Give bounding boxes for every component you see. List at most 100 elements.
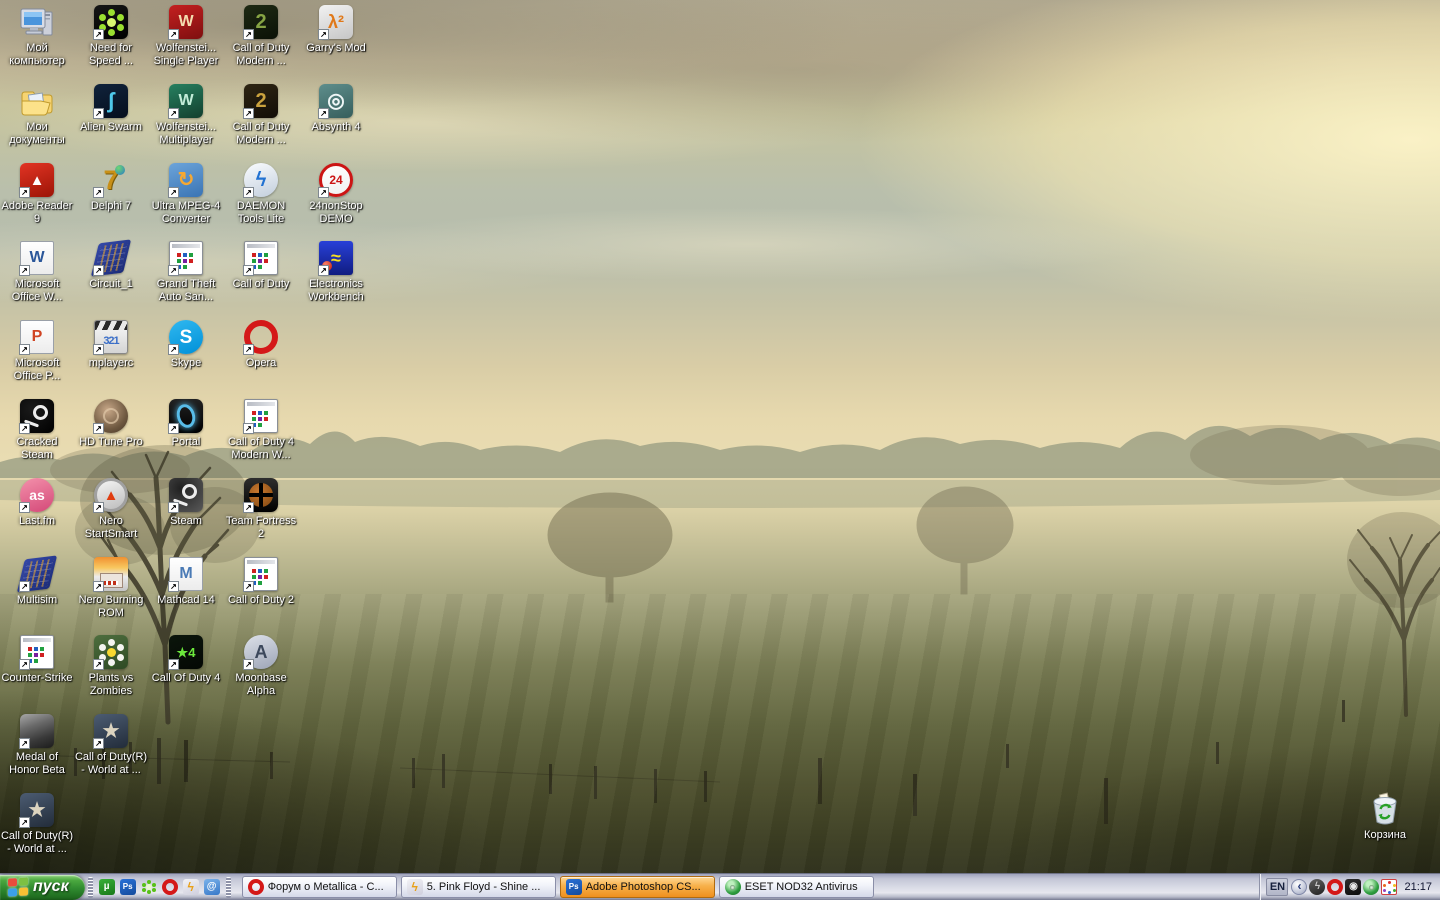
team-fortress-2-icon: ↗ bbox=[244, 478, 278, 512]
tray-steam-icon[interactable]: ◉ bbox=[1345, 879, 1361, 895]
desktop-icon-absynth-4[interactable]: ◎↗Absynth 4 bbox=[298, 84, 374, 134]
desktop-icon-call-of-duty-2[interactable]: ↗Call of Duty 2 bbox=[223, 557, 299, 607]
call-of-duty-4-modern-warfare-icon: ↗ bbox=[244, 399, 278, 433]
opera-icon bbox=[248, 879, 264, 895]
shortcut-arrow-icon: ↗ bbox=[243, 29, 254, 40]
desktop-icon-recycle-bin[interactable]: Корзина bbox=[1347, 792, 1423, 842]
desktop-icon-medal-of-honor-beta[interactable]: ↗Medal of Honor Beta bbox=[0, 714, 75, 777]
desktop-icon-nero-burning-rom[interactable]: ↗Nero Burning ROM bbox=[73, 557, 149, 620]
desktop-icon-my-computer[interactable]: Мой компьютер bbox=[0, 5, 75, 68]
desktop-icon-wolfenstein-single-player[interactable]: W↗Wolfenstei... Single Player bbox=[148, 5, 224, 68]
start-label: пуск bbox=[33, 878, 69, 897]
desktop-icon-need-for-speed[interactable]: ↗Need for Speed ... bbox=[73, 5, 149, 68]
photoshop-icon: Ps bbox=[566, 879, 582, 895]
call-of-duty-2-icon: ↗ bbox=[244, 557, 278, 591]
taskbar-button-task-eset-nod32[interactable]: ESET NOD32 Antivirus bbox=[719, 876, 874, 898]
desktop-icon-alien-swarm[interactable]: ʃ↗Alien Swarm bbox=[73, 84, 149, 134]
desktop-icon-opera[interactable]: ↗Opera bbox=[223, 320, 299, 370]
desktop-icon-hd-tune-pro[interactable]: ↗HD Tune Pro bbox=[73, 399, 149, 449]
quick-launch-icq-icon[interactable] bbox=[141, 879, 157, 895]
tray-eset-nod32-icon[interactable] bbox=[1363, 879, 1379, 895]
taskbar-button-task-opera-forum[interactable]: Форум о Metallica - C... bbox=[242, 876, 397, 898]
desktop-icon-team-fortress-2[interactable]: ↗ Team Fortress 2 bbox=[223, 478, 299, 541]
desktop-icon-call-of-duty-modern-warfare-2[interactable]: 2↗Call of Duty Modern ... bbox=[223, 84, 299, 147]
desktop-icon-gta-san-andreas[interactable]: ↗Grand Theft Auto San... bbox=[148, 241, 224, 304]
desktop-icon-adobe-reader-9[interactable]: ▲↗Adobe Reader 9 bbox=[0, 163, 75, 226]
desktop-icon-label: Steam bbox=[169, 515, 203, 528]
desktop-icon-call-of-duty-world-at-war-2[interactable]: ★↗Call of Duty(R) - World at ... bbox=[0, 793, 75, 856]
desktop-icon-label: Nero StartSmart bbox=[73, 515, 149, 541]
desktop-icon-multisim[interactable]: ↗ Multisim bbox=[0, 557, 75, 607]
quick-launch-utorrent-icon[interactable]: µ bbox=[99, 879, 115, 895]
start-button[interactable]: пуск bbox=[0, 875, 85, 900]
quick-launch-winamp-icon[interactable]: ϟ bbox=[183, 879, 199, 895]
shortcut-arrow-icon: ↗ bbox=[168, 187, 179, 198]
desktop-icon-mathcad-14[interactable]: M↗Mathcad 14 bbox=[148, 557, 224, 607]
desktop-icon-circuit-1[interactable]: ↗Circuit_1 bbox=[73, 241, 149, 291]
quick-launch-outlook-express-icon[interactable]: @ bbox=[204, 879, 220, 895]
tray-hide-icons-chevron-icon[interactable]: ‹ bbox=[1291, 879, 1307, 895]
portal-icon: ↗ bbox=[169, 399, 203, 433]
desktop-icon-plants-vs-zombies[interactable]: ↗Plants vs Zombies bbox=[73, 635, 149, 698]
tray-icq-flower-icon[interactable] bbox=[1381, 879, 1397, 895]
desktop-icon-lastfm[interactable]: as↗Last.fm bbox=[0, 478, 75, 528]
desktop-icon-microsoft-office-powerpoint[interactable]: P↗Microsoft Office P... bbox=[0, 320, 75, 383]
call-of-duty-modern-warfare-2-icon: 2↗ bbox=[244, 84, 278, 118]
desktop-icon-cracked-steam[interactable]: ↗Cracked Steam bbox=[0, 399, 75, 462]
desktop-icon-label: Multisim bbox=[16, 594, 58, 607]
desktop-icon-call-of-duty[interactable]: ↗Call of Duty bbox=[223, 241, 299, 291]
desktop-icon-label: Microsoft Office P... bbox=[0, 357, 75, 383]
desktop-icon-delphi-7[interactable]: 7↗Delphi 7 bbox=[73, 163, 149, 213]
shortcut-arrow-icon: ↗ bbox=[93, 265, 104, 276]
desktop-icon-label: Cracked Steam bbox=[0, 436, 75, 462]
desktop-icon-mplayerc[interactable]: 321↗mplayerc bbox=[73, 320, 149, 370]
windows-logo-icon bbox=[8, 877, 28, 896]
desktop-icon-steam[interactable]: ↗Steam bbox=[148, 478, 224, 528]
tray-daemon-tools-icon[interactable]: ϟ bbox=[1309, 879, 1325, 895]
shortcut-arrow-icon: ↗ bbox=[243, 187, 254, 198]
desktop-icon-garrys-mod[interactable]: λ²↗Garry's Mod bbox=[298, 5, 374, 55]
desktop-icon-label: HD Tune Pro bbox=[78, 436, 144, 449]
desktop-icon-label: Call of Duty(R) - World at ... bbox=[0, 830, 75, 856]
desktop-icon-microsoft-office-word[interactable]: W↗Microsoft Office W... bbox=[0, 241, 75, 304]
taskband-handle[interactable] bbox=[226, 877, 231, 898]
desktop-icon-counter-strike[interactable]: ↗Counter-Strike bbox=[0, 635, 75, 685]
desktop-icon-label: Counter-Strike bbox=[1, 672, 74, 685]
multisim-icon: ↗ bbox=[20, 557, 54, 591]
desktop-icon-wolfenstein-multiplayer[interactable]: W↗Wolfenstei... Multiplayer bbox=[148, 84, 224, 147]
desktop-icon-skype[interactable]: S↗Skype bbox=[148, 320, 224, 370]
desktop-icon-ultra-mpeg4-converter[interactable]: ↻↗Ultra MPEG-4 Converter bbox=[148, 163, 224, 226]
desktop-icon-24nonstop-demo[interactable]: 24↗24nonStop DEMO bbox=[298, 163, 374, 226]
shortcut-arrow-icon: ↗ bbox=[93, 502, 104, 513]
shortcut-arrow-icon: ↗ bbox=[19, 581, 30, 592]
shortcut-arrow-icon: ↗ bbox=[19, 265, 30, 276]
shortcut-arrow-icon: ↗ bbox=[93, 187, 104, 198]
language-indicator[interactable]: EN bbox=[1266, 878, 1288, 896]
quick-launch-opera-icon[interactable] bbox=[162, 879, 178, 895]
desktop-icon-call-of-duty-world-at-war-1[interactable]: ★↗Call of Duty(R) - World at ... bbox=[73, 714, 149, 777]
quick-launch-handle[interactable] bbox=[88, 877, 93, 898]
desktop-icon-nero-startsmart[interactable]: ▲↗Nero StartSmart bbox=[73, 478, 149, 541]
quick-launch-photoshop-icon[interactable]: Ps bbox=[120, 879, 136, 895]
desktop-icon-my-documents[interactable]: Мои документы bbox=[0, 84, 75, 147]
tray-opera-icon[interactable] bbox=[1327, 879, 1343, 895]
desktop-icon-moonbase-alpha[interactable]: A↗Moonbase Alpha bbox=[223, 635, 299, 698]
desktop-icon-portal[interactable]: ↗Portal bbox=[148, 399, 224, 449]
desktop-icon-label: Team Fortress 2 bbox=[223, 515, 299, 541]
task-button-label: Форум о Metallica - C... bbox=[268, 881, 384, 893]
desktop-icon-call-of-duty-modern-warfare[interactable]: 2↗Call of Duty Modern ... bbox=[223, 5, 299, 68]
desktop-icon-call-of-duty-4[interactable]: ★4↗Call Of Duty 4 bbox=[148, 635, 224, 685]
clock[interactable]: 21:17 bbox=[1404, 881, 1432, 893]
shortcut-arrow-icon: ↗ bbox=[93, 344, 104, 355]
medal-of-honor-beta-icon: ↗ bbox=[20, 714, 54, 748]
desktop-icon-label: Мой компьютер bbox=[0, 42, 75, 68]
desktop-icon-label: Call of Duty 4 Modern W... bbox=[223, 436, 299, 462]
electronics-workbench-icon: ≈↗ bbox=[319, 241, 353, 275]
taskbar-button-task-winamp-pink-floyd[interactable]: ϟ5. Pink Floyd - Shine ... bbox=[401, 876, 556, 898]
desktop-icon-call-of-duty-4-modern-warfare[interactable]: ↗ Call of Duty 4 Modern W... bbox=[223, 399, 299, 462]
taskbar-button-task-adobe-photoshop[interactable]: PsAdobe Photoshop CS... bbox=[560, 876, 715, 898]
desktop-icon-electronics-workbench[interactable]: ≈↗Electronics Workbench bbox=[298, 241, 374, 304]
desktop-icon-daemon-tools-lite[interactable]: ϟ↗DAEMON Tools Lite bbox=[223, 163, 299, 226]
eset-icon bbox=[725, 879, 741, 895]
shortcut-arrow-icon: ↗ bbox=[19, 187, 30, 198]
